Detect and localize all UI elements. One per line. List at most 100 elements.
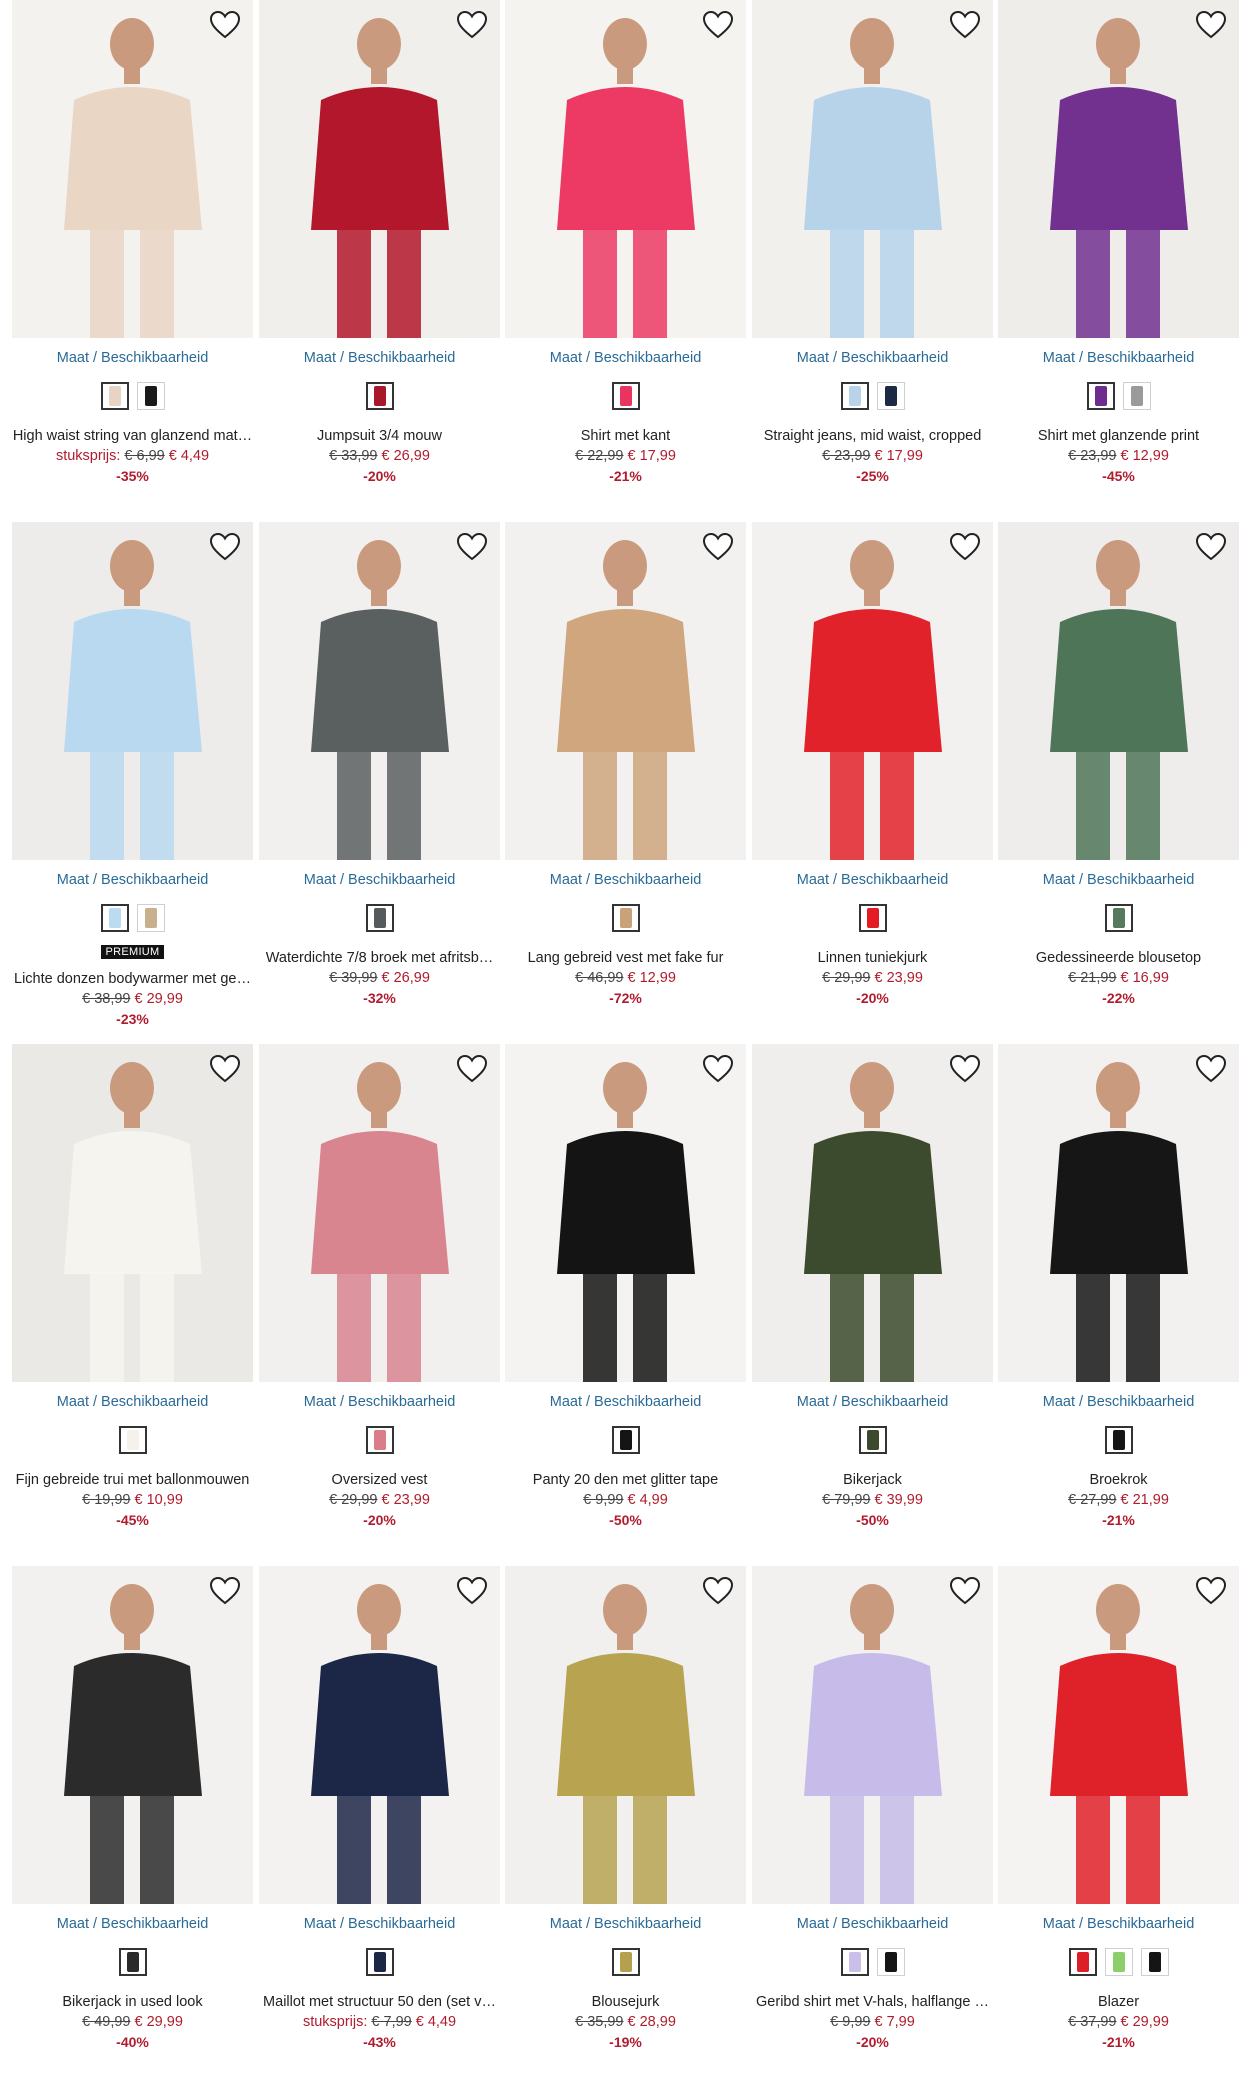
product-card[interactable]: Maat / Beschikbaarheid Jumpsuit 3/4 mouw €… bbox=[259, 0, 500, 520]
size-availability-link[interactable]: Maat / Beschikbaarheid bbox=[259, 350, 500, 366]
color-swatch[interactable] bbox=[100, 904, 129, 932]
product-image[interactable] bbox=[752, 0, 993, 338]
wishlist-heart-icon[interactable] bbox=[209, 1576, 241, 1606]
size-availability-link[interactable]: Maat / Beschikbaarheid bbox=[505, 1916, 746, 1932]
size-availability-link[interactable]: Maat / Beschikbaarheid bbox=[998, 872, 1239, 888]
wishlist-heart-icon[interactable] bbox=[949, 532, 981, 562]
color-swatch[interactable] bbox=[611, 382, 640, 410]
product-title[interactable]: Fijn gebreide trui met ballonmouwen bbox=[12, 1472, 253, 1488]
product-title[interactable]: Blousejurk bbox=[505, 1994, 746, 2010]
wishlist-heart-icon[interactable] bbox=[456, 532, 488, 562]
color-swatch[interactable] bbox=[840, 382, 869, 410]
product-image[interactable] bbox=[998, 1566, 1239, 1904]
wishlist-heart-icon[interactable] bbox=[702, 1576, 734, 1606]
color-swatch[interactable] bbox=[1104, 1948, 1133, 1976]
product-card[interactable]: Maat / Beschikbaarheid Oversized vest € 29… bbox=[259, 1044, 500, 1564]
wishlist-heart-icon[interactable] bbox=[456, 1054, 488, 1084]
product-title[interactable]: Shirt met kant bbox=[505, 428, 746, 444]
product-image[interactable] bbox=[505, 0, 746, 338]
product-title[interactable]: Maillot met structuur 50 den (set v… bbox=[259, 1994, 500, 2010]
color-swatch[interactable] bbox=[1068, 1948, 1097, 1976]
color-swatch[interactable] bbox=[136, 382, 165, 410]
product-image[interactable] bbox=[12, 1566, 253, 1904]
wishlist-heart-icon[interactable] bbox=[456, 1576, 488, 1606]
size-availability-link[interactable]: Maat / Beschikbaarheid bbox=[998, 350, 1239, 366]
size-availability-link[interactable]: Maat / Beschikbaarheid bbox=[12, 1916, 253, 1932]
product-image[interactable] bbox=[998, 0, 1239, 338]
product-title[interactable]: High waist string van glanzend mat… bbox=[12, 428, 253, 444]
size-availability-link[interactable]: Maat / Beschikbaarheid bbox=[259, 1394, 500, 1410]
product-card[interactable]: Maat / Beschikbaarheid Lang gebreid vest … bbox=[505, 522, 746, 1042]
product-title[interactable]: Bikerjack bbox=[752, 1472, 993, 1488]
color-swatch[interactable] bbox=[1104, 1426, 1133, 1454]
color-swatch[interactable] bbox=[1104, 904, 1133, 932]
product-image[interactable] bbox=[12, 522, 253, 860]
product-title[interactable]: Shirt met glanzende print bbox=[998, 428, 1239, 444]
color-swatch[interactable] bbox=[876, 382, 905, 410]
wishlist-heart-icon[interactable] bbox=[949, 1576, 981, 1606]
product-title[interactable]: Bikerjack in used look bbox=[12, 1994, 253, 2010]
product-card[interactable]: Maat / Beschikbaarheid Bikerjack € 79,99 € … bbox=[752, 1044, 993, 1564]
product-title[interactable]: Waterdichte 7/8 broek met afritsb… bbox=[259, 950, 500, 966]
product-title[interactable]: Jumpsuit 3/4 mouw bbox=[259, 428, 500, 444]
color-swatch[interactable] bbox=[365, 904, 394, 932]
product-card[interactable]: Maat / Beschikbaarheid PREMIUM Lichte donz… bbox=[12, 522, 253, 1042]
product-card[interactable]: Maat / Beschikbaarheid High waist string … bbox=[12, 0, 253, 520]
color-swatch[interactable] bbox=[611, 1426, 640, 1454]
wishlist-heart-icon[interactable] bbox=[209, 532, 241, 562]
product-title[interactable]: Oversized vest bbox=[259, 1472, 500, 1488]
product-card[interactable]: Maat / Beschikbaarheid Geribd shirt met V… bbox=[752, 1566, 993, 2082]
size-availability-link[interactable]: Maat / Beschikbaarheid bbox=[12, 872, 253, 888]
size-availability-link[interactable]: Maat / Beschikbaarheid bbox=[752, 1916, 993, 1932]
product-image[interactable] bbox=[505, 522, 746, 860]
wishlist-heart-icon[interactable] bbox=[702, 532, 734, 562]
color-swatch[interactable] bbox=[365, 382, 394, 410]
product-title[interactable]: Straight jeans, mid waist, cropped bbox=[752, 428, 993, 444]
color-swatch[interactable] bbox=[1086, 382, 1115, 410]
product-title[interactable]: Panty 20 den met glitter tape bbox=[505, 1472, 746, 1488]
size-availability-link[interactable]: Maat / Beschikbaarheid bbox=[12, 350, 253, 366]
size-availability-link[interactable]: Maat / Beschikbaarheid bbox=[259, 872, 500, 888]
size-availability-link[interactable]: Maat / Beschikbaarheid bbox=[12, 1394, 253, 1410]
product-card[interactable]: Maat / Beschikbaarheid Blazer € 37,99 € 29,… bbox=[998, 1566, 1239, 2082]
product-title[interactable]: Blazer bbox=[998, 1994, 1239, 2010]
wishlist-heart-icon[interactable] bbox=[702, 1054, 734, 1084]
product-card[interactable]: Maat / Beschikbaarheid Shirt met kant € 22… bbox=[505, 0, 746, 520]
product-image[interactable] bbox=[998, 522, 1239, 860]
size-availability-link[interactable]: Maat / Beschikbaarheid bbox=[505, 1394, 746, 1410]
color-swatch[interactable] bbox=[840, 1948, 869, 1976]
product-title[interactable]: Lichte donzen bodywarmer met ge… bbox=[12, 971, 253, 987]
product-image[interactable] bbox=[259, 0, 500, 338]
product-card[interactable]: Maat / Beschikbaarheid Fijn gebreide trui… bbox=[12, 1044, 253, 1564]
product-title[interactable]: Lang gebreid vest met fake fur bbox=[505, 950, 746, 966]
color-swatch[interactable] bbox=[118, 1948, 147, 1976]
product-image[interactable] bbox=[752, 522, 993, 860]
size-availability-link[interactable]: Maat / Beschikbaarheid bbox=[752, 872, 993, 888]
product-card[interactable]: Maat / Beschikbaarheid Maillot met struct… bbox=[259, 1566, 500, 2082]
size-availability-link[interactable]: Maat / Beschikbaarheid bbox=[998, 1916, 1239, 1932]
product-card[interactable]: Maat / Beschikbaarheid Linnen tuniekjurk €… bbox=[752, 522, 993, 1042]
color-swatch[interactable] bbox=[1122, 382, 1151, 410]
color-swatch[interactable] bbox=[365, 1948, 394, 1976]
color-swatch[interactable] bbox=[611, 1948, 640, 1976]
color-swatch[interactable] bbox=[365, 1426, 394, 1454]
wishlist-heart-icon[interactable] bbox=[209, 10, 241, 40]
product-image[interactable] bbox=[752, 1566, 993, 1904]
color-swatch[interactable] bbox=[611, 904, 640, 932]
wishlist-heart-icon[interactable] bbox=[209, 1054, 241, 1084]
wishlist-heart-icon[interactable] bbox=[1195, 10, 1227, 40]
product-image[interactable] bbox=[12, 1044, 253, 1382]
size-availability-link[interactable]: Maat / Beschikbaarheid bbox=[259, 1916, 500, 1932]
product-image[interactable] bbox=[259, 522, 500, 860]
product-title[interactable]: Geribd shirt met V-hals, halflange … bbox=[752, 1994, 993, 2010]
wishlist-heart-icon[interactable] bbox=[1195, 1576, 1227, 1606]
wishlist-heart-icon[interactable] bbox=[1195, 1054, 1227, 1084]
wishlist-heart-icon[interactable] bbox=[702, 10, 734, 40]
wishlist-heart-icon[interactable] bbox=[456, 10, 488, 40]
color-swatch[interactable] bbox=[876, 1948, 905, 1976]
product-card[interactable]: Maat / Beschikbaarheid Gedessineerde blou… bbox=[998, 522, 1239, 1042]
color-swatch[interactable] bbox=[136, 904, 165, 932]
color-swatch[interactable] bbox=[858, 1426, 887, 1454]
size-availability-link[interactable]: Maat / Beschikbaarheid bbox=[505, 872, 746, 888]
product-image[interactable] bbox=[259, 1566, 500, 1904]
